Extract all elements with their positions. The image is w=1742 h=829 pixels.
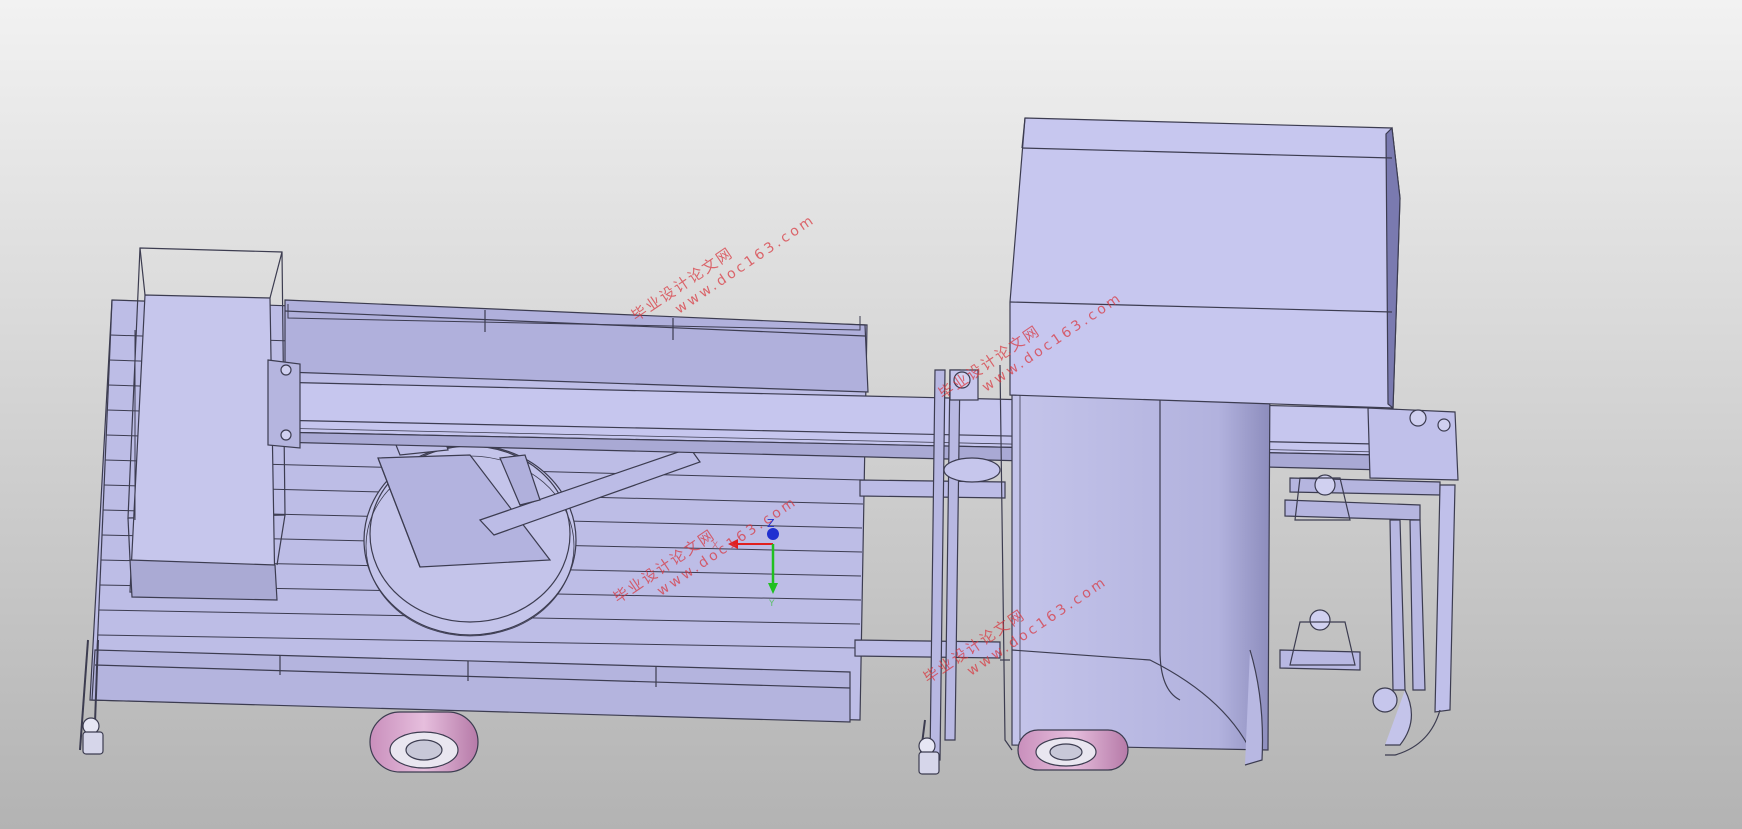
rear-left-foot (82, 717, 104, 755)
triad-x-label: X (712, 541, 718, 551)
rear-wheel (369, 711, 479, 773)
triad-y-label: Y (768, 599, 775, 609)
front-wheel (1017, 729, 1129, 771)
cad-viewport[interactable]: Z X Y 毕业设计论文网 www.doc163.com 毕业设计论文网 www… (0, 0, 1742, 829)
triad-z-label: Z (767, 517, 775, 530)
cab-roof-box (1009, 117, 1401, 410)
truck-model[interactable]: Z X Y (0, 0, 1742, 829)
truck-shadow-strokes (79, 117, 1459, 775)
work-basket (127, 247, 286, 601)
